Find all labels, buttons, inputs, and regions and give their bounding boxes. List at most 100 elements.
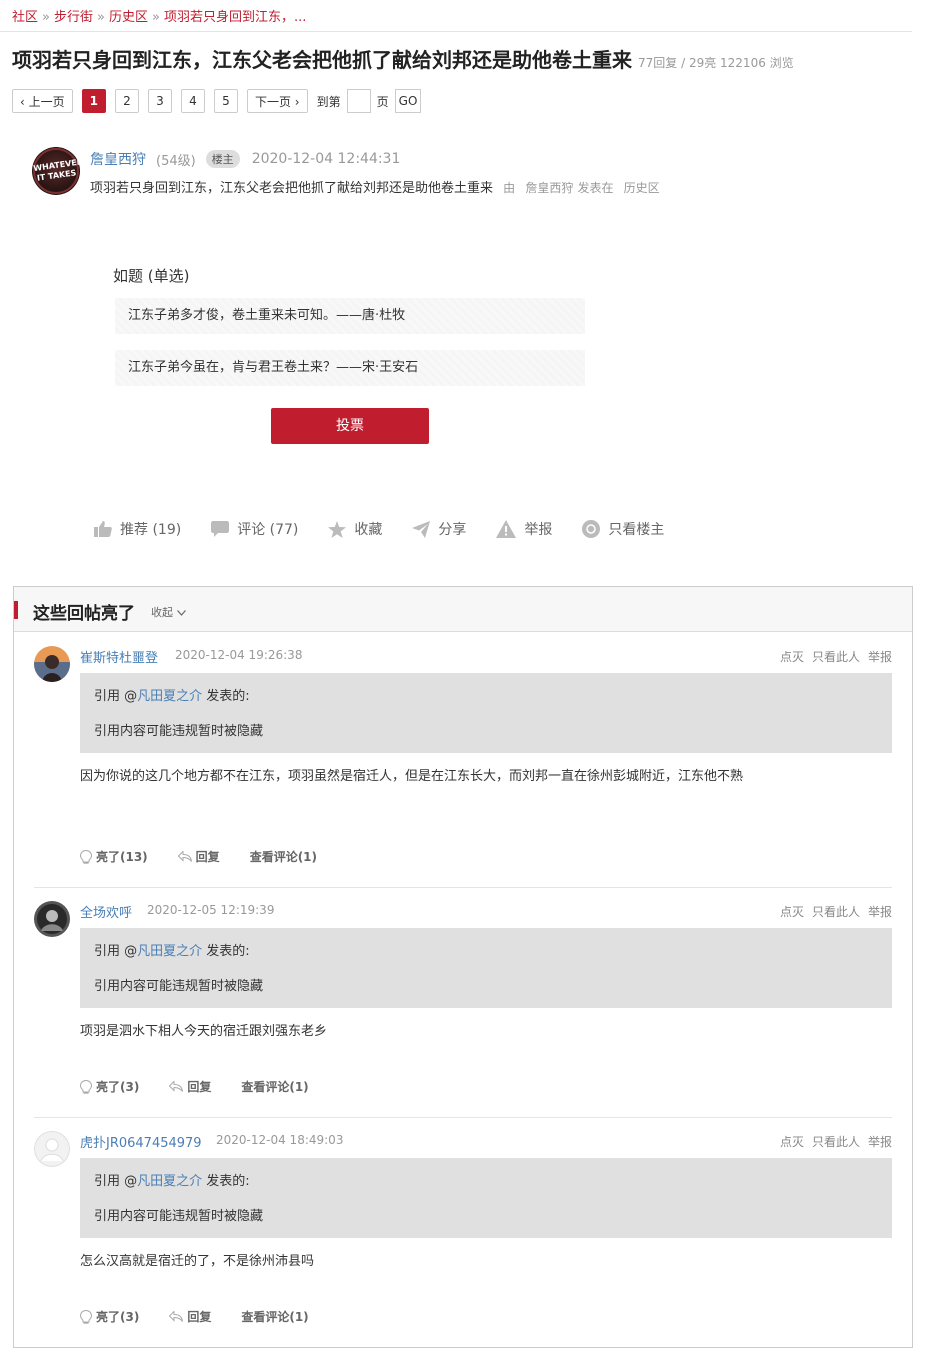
view-comments-button[interactable]: 查看评论(1) xyxy=(241,1308,308,1325)
post-actions: 推荐 (19) 评论 (77) 收藏 分享 举报 只看楼主 xyxy=(94,519,694,539)
reply-footer: 亮了(3) 回复 查看评论(1) xyxy=(80,1308,339,1325)
op-subtitle-text: 项羽若只身回到江东，江东父老会把他抓了献给刘邦还是助他卷土重来 xyxy=(90,181,494,196)
view-comments-label: 查看评论(1) xyxy=(249,850,318,864)
poll-option-2[interactable]: 江东子弟今虽在，肯与君王卷土来？——宋·王安石 xyxy=(115,350,585,386)
breadcrumb-community[interactable]: 社区 xyxy=(12,10,38,25)
view-comments-button[interactable]: 查看评论(1) xyxy=(241,1078,308,1095)
reply-label: 回复 xyxy=(195,850,220,864)
reply-button[interactable]: 回复 xyxy=(169,1308,211,1325)
bulb-icon xyxy=(80,849,92,864)
reply-username[interactable]: 崔斯特杜噩登 xyxy=(80,647,158,666)
page-4-button[interactable]: 4 xyxy=(180,89,205,113)
reply-username[interactable]: 全场欢呼 xyxy=(80,902,132,921)
avatar[interactable] xyxy=(34,646,70,682)
op-board[interactable]: 历史区 xyxy=(624,181,660,195)
divider xyxy=(34,1117,892,1118)
light-button[interactable]: 亮了(3) xyxy=(80,1078,139,1095)
page-number-input[interactable] xyxy=(346,89,371,113)
dim-button[interactable]: 点灭 xyxy=(780,1135,804,1149)
next-page-button[interactable]: 下一页 › xyxy=(246,89,308,113)
report-reply-button[interactable]: 举报 xyxy=(868,650,892,664)
op-by-name[interactable]: 詹皇西狩 xyxy=(525,181,573,195)
quote-text: 引用内容可能违规暂时被隐藏 xyxy=(94,979,264,994)
share-button[interactable]: 分享 xyxy=(412,519,466,539)
bulb-icon xyxy=(80,1309,92,1324)
only-this-user-button[interactable]: 只看此人 xyxy=(812,905,860,919)
light-button[interactable]: 亮了(3) xyxy=(80,1308,139,1325)
only-op-button[interactable]: 只看楼主 xyxy=(582,519,664,539)
light-button[interactable]: 亮了(13) xyxy=(80,848,148,865)
reply-username[interactable]: 虎扑JR0647454979 xyxy=(80,1132,202,1151)
recommend-button[interactable]: 推荐 (19) xyxy=(94,519,181,539)
quote-user[interactable]: 凡田夏之介 xyxy=(137,1174,202,1189)
quote-user[interactable]: 凡田夏之介 xyxy=(137,689,202,704)
quote-prefix: 引用 @ xyxy=(94,1174,138,1189)
comment-button[interactable]: 评论 (77) xyxy=(211,519,298,539)
reply-footer: 亮了(13) 回复 查看评论(1) xyxy=(80,848,347,865)
divider xyxy=(34,887,892,888)
goto-label: 到第 xyxy=(316,94,341,109)
prev-page-button[interactable]: ‹ 上一页 xyxy=(12,89,73,113)
quote-block: 引用 @凡田夏之介 发表的: 引用内容可能违规暂时被隐藏 xyxy=(80,1158,892,1238)
reply-item: 全场欢呼 2020-12-05 12:19:39 点灭 只看此人 举报 引用 @凡田… xyxy=(34,901,892,1101)
quote-suffix: 发表的: xyxy=(206,1174,250,1189)
reply-item: 虎扑JR0647454979 2020-12-04 18:49:03 点灭 只看此… xyxy=(34,1131,892,1331)
reply-ops: 点灭 只看此人 举报 xyxy=(772,648,892,665)
title-row: 项羽若只身回到江东，江东父老会把他抓了献给刘邦还是助他卷土重来 77回复 / 29… xyxy=(12,44,794,73)
avatar[interactable]: WHATEVER IT TAKES xyxy=(32,147,80,195)
dim-button[interactable]: 点灭 xyxy=(780,905,804,919)
go-button[interactable]: GO xyxy=(394,89,422,113)
reply-button[interactable]: 回复 xyxy=(177,848,220,865)
report-button[interactable]: 举报 xyxy=(496,519,552,539)
quote-prefix: 引用 @ xyxy=(94,689,138,704)
page-5-button[interactable]: 5 xyxy=(213,89,238,113)
dim-button[interactable]: 点灭 xyxy=(780,650,804,664)
bulb-icon xyxy=(80,1079,92,1094)
highlight-header: 这些回帖亮了 收起 xyxy=(14,587,912,632)
vote-button[interactable]: 投票 xyxy=(271,408,429,444)
avatar-image-icon xyxy=(34,646,70,682)
page-2-button[interactable]: 2 xyxy=(114,89,139,113)
favorite-label: 收藏 xyxy=(354,522,383,538)
thread-stats: 77回复 / 29亮 122106 浏览 xyxy=(638,56,794,70)
collapse-button[interactable]: 收起 xyxy=(151,604,186,620)
page-1-button[interactable]: 1 xyxy=(81,89,106,113)
reply-icon xyxy=(169,1081,184,1092)
avatar[interactable] xyxy=(34,1131,70,1167)
only-this-user-button[interactable]: 只看此人 xyxy=(812,650,860,664)
breadcrumb: 社区» 步行街» 历史区» 项羽若只身回到江东，... xyxy=(12,6,306,25)
reply-button[interactable]: 回复 xyxy=(169,1078,211,1095)
only-this-user-button[interactable]: 只看此人 xyxy=(812,1135,860,1149)
light-label: 亮了(3) xyxy=(96,1080,140,1094)
favorite-button[interactable]: 收藏 xyxy=(328,519,382,539)
breadcrumb-street[interactable]: 步行街 xyxy=(54,10,93,25)
chevron-down-icon xyxy=(176,610,186,616)
pagination: ‹ 上一页 1 2 3 4 5 下一页 › 到第 页 GO xyxy=(12,89,422,113)
view-comments-button[interactable]: 查看评论(1) xyxy=(250,848,317,865)
quote-user[interactable]: 凡田夏之介 xyxy=(137,944,202,959)
reply-ops: 点灭 只看此人 举报 xyxy=(772,1133,892,1150)
poll-option-1[interactable]: 江东子弟多才俊，卷土重来未可知。——唐·杜牧 xyxy=(115,298,585,334)
report-label: 举报 xyxy=(524,522,553,538)
op-username[interactable]: 詹皇西狩 xyxy=(90,149,146,169)
highlight-replies-panel: 这些回帖亮了 收起 崔斯特杜噩登 2020-12-04 19:26:38 点灭只… xyxy=(13,586,913,1348)
page-3-button[interactable]: 3 xyxy=(147,89,172,113)
divider xyxy=(0,31,912,32)
breadcrumb-separator: » xyxy=(151,10,160,25)
light-label: 亮了(13) xyxy=(96,850,148,864)
breadcrumb-history[interactable]: 历史区 xyxy=(109,10,148,25)
report-reply-button[interactable]: 举报 xyxy=(868,905,892,919)
reply-time: 2020-12-04 19:26:38 xyxy=(175,648,303,662)
share-label: 分享 xyxy=(438,522,467,538)
comment-icon xyxy=(211,521,230,537)
op-level: (54级) xyxy=(156,153,196,169)
reply-item: 崔斯特杜噩登 2020-12-04 19:26:38 点灭 只看此人 举报 引用 @… xyxy=(34,646,892,876)
default-avatar-icon xyxy=(34,1131,70,1167)
reply-icon xyxy=(177,851,192,862)
breadcrumb-current[interactable]: 项羽若只身回到江东，... xyxy=(164,10,306,25)
recommend-label: 推荐 (19) xyxy=(120,522,182,538)
highlight-title: 这些回帖亮了 xyxy=(33,604,135,624)
reply-footer: 亮了(3) 回复 查看评论(1) xyxy=(80,1078,339,1095)
avatar[interactable] xyxy=(34,901,70,937)
report-reply-button[interactable]: 举报 xyxy=(868,1135,892,1149)
